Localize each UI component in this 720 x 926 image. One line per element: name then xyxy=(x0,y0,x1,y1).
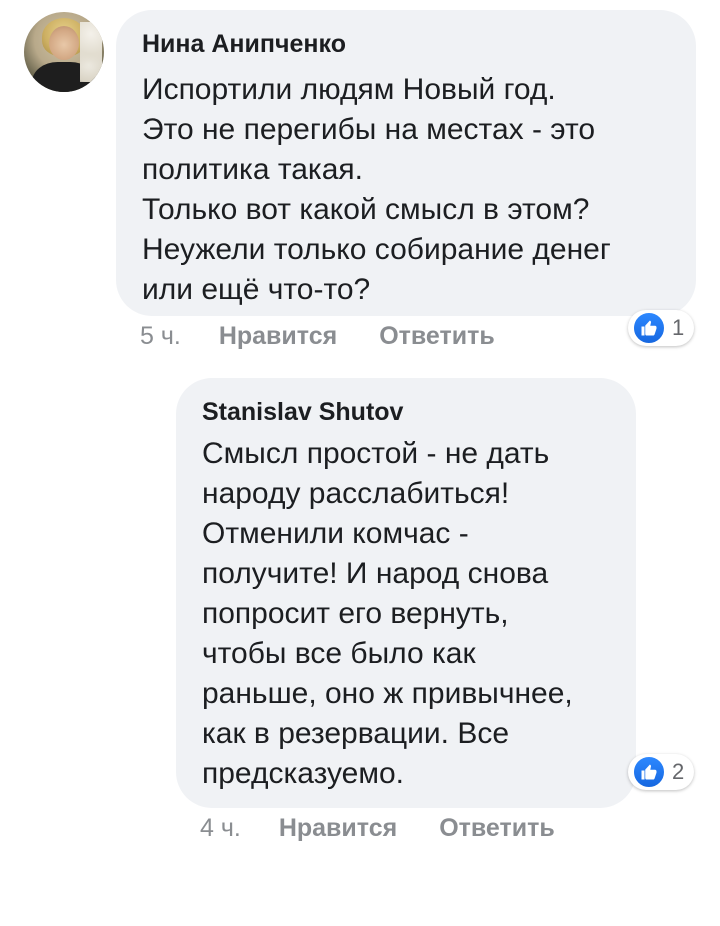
comment-timestamp[interactable]: 5 ч. xyxy=(140,322,181,351)
comment-author[interactable]: Нина Анипченко xyxy=(142,28,346,60)
comment-actions: 5 ч. Нравится Ответить xyxy=(140,322,495,351)
reply-bubble: Stanislav Shutov Смысл простой - не дать… xyxy=(176,378,636,808)
reaction-count: 1 xyxy=(672,315,685,340)
reply-actions: 4 ч. Нравится Ответить xyxy=(200,814,555,843)
like-button[interactable]: Нравится xyxy=(279,814,397,843)
thumbs-up-icon xyxy=(632,755,666,789)
reaction-summary[interactable]: 1 xyxy=(628,310,695,346)
reply-button[interactable]: Ответить xyxy=(379,322,495,351)
comment-text: Испортили людям Новый год. Это не переги… xyxy=(142,73,611,306)
reply-button[interactable]: Ответить xyxy=(439,814,555,843)
reaction-count: 2 xyxy=(672,759,685,784)
avatar-flowers xyxy=(80,22,102,82)
reaction-summary[interactable]: 2 xyxy=(628,754,695,790)
reply-author[interactable]: Stanislav Shutov xyxy=(202,396,403,428)
reply-text: Смысл простой - не дать народу расслабит… xyxy=(202,437,573,790)
avatar-face xyxy=(49,26,79,60)
reply-timestamp[interactable]: 4 ч. xyxy=(200,814,241,843)
avatar[interactable] xyxy=(24,12,104,92)
comment-bubble: Нина Анипченко Испортили людям Новый год… xyxy=(116,10,696,316)
like-button[interactable]: Нравится xyxy=(219,322,337,351)
thumbs-up-icon xyxy=(632,311,666,345)
